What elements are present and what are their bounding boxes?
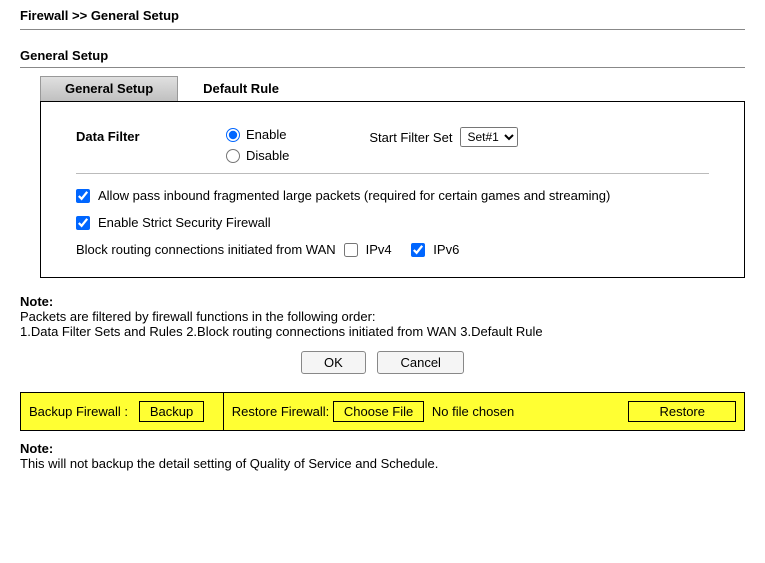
cancel-button[interactable]: Cancel [377, 351, 463, 374]
start-filter-set-label: Start Filter Set [369, 130, 452, 145]
ipv6-label: IPv6 [433, 242, 459, 257]
ipv6-checkbox[interactable] [411, 243, 425, 257]
ipv4-checkbox[interactable] [344, 243, 358, 257]
tab-bar: General Setup Default Rule [40, 76, 745, 101]
tab-default-rule[interactable]: Default Rule [178, 76, 304, 101]
data-filter-enable-radio[interactable] [226, 128, 240, 142]
block-routing-row: Block routing connections initiated from… [76, 242, 709, 257]
data-filter-disable-radio[interactable] [226, 149, 240, 163]
note-block-2: Note: This will not backup the detail se… [20, 441, 745, 471]
data-filter-disable-row[interactable]: Disable [226, 148, 289, 163]
restore-button[interactable]: Restore [628, 401, 736, 422]
section-title: General Setup [20, 48, 745, 68]
enable-label: Enable [246, 127, 286, 142]
breadcrumb: Firewall >> General Setup [20, 8, 745, 30]
disable-label: Disable [246, 148, 289, 163]
allow-pass-row[interactable]: Allow pass inbound fragmented large pack… [76, 188, 709, 203]
start-filter-set-select[interactable]: Set#1 [460, 127, 518, 147]
backup-button[interactable]: Backup [139, 401, 204, 422]
note1-line2: 1.Data Filter Sets and Rules 2.Block rou… [20, 324, 745, 339]
note1-title: Note: [20, 294, 745, 309]
backup-restore-table: Backup Firewall : Backup Restore Firewal… [20, 392, 745, 431]
ipv4-label: IPv4 [366, 242, 392, 257]
allow-pass-label: Allow pass inbound fragmented large pack… [98, 188, 610, 203]
restore-firewall-label: Restore Firewall: [232, 404, 330, 419]
action-buttons: OK Cancel [20, 351, 745, 374]
general-setup-panel: Data Filter Enable Disable Start Filter … [40, 101, 745, 278]
block-routing-label: Block routing connections initiated from… [76, 242, 336, 257]
note1-line1: Packets are filtered by firewall functio… [20, 309, 745, 324]
divider [76, 173, 709, 174]
note2-title: Note: [20, 441, 745, 456]
note2-text: This will not backup the detail setting … [20, 456, 745, 471]
no-file-chosen-label: No file chosen [432, 404, 514, 419]
data-filter-enable-row[interactable]: Enable [226, 127, 289, 142]
tab-general-setup[interactable]: General Setup [40, 76, 178, 101]
strict-security-checkbox[interactable] [76, 216, 90, 230]
strict-security-row[interactable]: Enable Strict Security Firewall [76, 215, 709, 230]
choose-file-button[interactable]: Choose File [333, 401, 424, 422]
backup-firewall-label: Backup Firewall : [29, 404, 128, 419]
note-block-1: Note: Packets are filtered by firewall f… [20, 294, 745, 339]
allow-pass-checkbox[interactable] [76, 189, 90, 203]
ok-button[interactable]: OK [301, 351, 366, 374]
data-filter-label: Data Filter [76, 127, 186, 144]
strict-security-label: Enable Strict Security Firewall [98, 215, 271, 230]
